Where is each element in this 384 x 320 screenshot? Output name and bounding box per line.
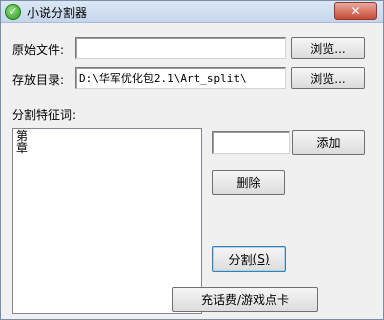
dest-dir-field[interactable]: D:\华军优化包2.1\Art_split\ (75, 67, 286, 89)
close-button[interactable]: ✕ (334, 2, 377, 20)
window-title: 小说分割器 (27, 6, 88, 20)
app-checkmark-icon: ✓ (5, 4, 21, 20)
source-browse-button[interactable]: 浏览... (291, 37, 365, 59)
list-item[interactable]: 章 (16, 142, 198, 154)
delete-keyword-button[interactable]: 删除 (212, 170, 285, 195)
keyword-input[interactable] (212, 131, 290, 154)
split-button[interactable]: 分割 (S) (212, 246, 286, 272)
dest-browse-button[interactable]: 浏览... (291, 67, 365, 89)
title-bar[interactable]: ✓ 小说分割器 ✕ (1, 1, 383, 23)
recharge-button[interactable]: 充话费/游戏点卡 (172, 287, 318, 312)
source-file-field[interactable] (75, 37, 286, 59)
split-button-accel: (S) (252, 252, 270, 266)
app-window: ✓ 小说分割器 ✕ 原始文件: 浏览... 存放目录: D:\华军优化包2.1\… (0, 0, 384, 320)
source-file-label: 原始文件: (12, 43, 65, 57)
client-area: 原始文件: 浏览... 存放目录: D:\华军优化包2.1\Art_split\… (1, 24, 383, 320)
list-item[interactable]: 第 (16, 130, 198, 142)
split-button-label: 分割 (228, 252, 253, 267)
keywords-label: 分割特征词: (12, 108, 77, 122)
add-keyword-button[interactable]: 添加 (292, 130, 365, 155)
dest-dir-label: 存放目录: (12, 73, 65, 87)
